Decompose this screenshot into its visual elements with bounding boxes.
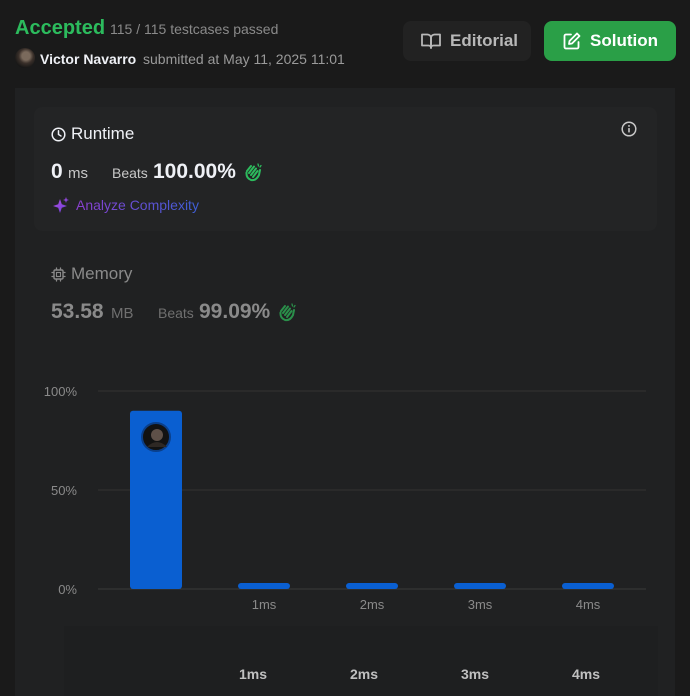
user-avatar-marker[interactable] (141, 422, 171, 452)
distribution-bar[interactable] (238, 583, 290, 589)
y-tick-label: 0% (58, 582, 77, 597)
y-tick-label: 50% (51, 483, 77, 498)
runtime-distribution-chart: 100% 50% 0% 1ms 2ms 3ms 4ms (44, 384, 646, 612)
x-tick-label: 4ms (576, 597, 601, 612)
bottom-tick-label: 4ms (572, 666, 601, 682)
distribution-bar[interactable] (346, 583, 398, 589)
x-tick-label: 2ms (360, 597, 385, 612)
bottom-tick-label: 2ms (350, 666, 379, 682)
y-tick-label: 100% (44, 384, 78, 399)
x-tick-label: 1ms (252, 597, 277, 612)
bottom-tick-label: 1ms (239, 666, 268, 682)
bottom-tick-label: 3ms (461, 666, 490, 682)
x-tick-label: 3ms (468, 597, 493, 612)
distribution-bar[interactable] (454, 583, 506, 589)
distribution-bar[interactable] (562, 583, 614, 589)
